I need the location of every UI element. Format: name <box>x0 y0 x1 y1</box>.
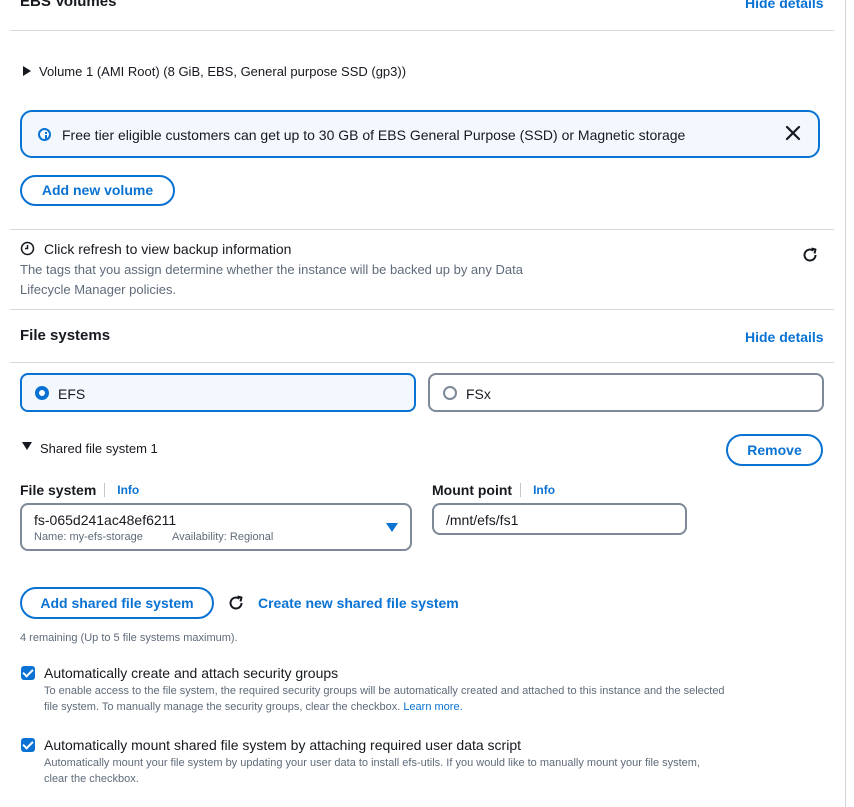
divider <box>10 229 834 230</box>
shared-file-system-title: Shared file system 1 <box>40 440 158 456</box>
file-system-info-link[interactable]: Info <box>117 483 139 497</box>
mount-point-input[interactable]: /mnt/efs/fs1 <box>432 503 687 535</box>
caret-right-icon <box>23 66 31 76</box>
backup-title: Click refresh to view backup information <box>44 241 292 257</box>
separator <box>104 483 106 497</box>
ebs-section-title: EBS Volumes <box>20 0 117 10</box>
efs-radio[interactable] <box>35 386 49 400</box>
clock-icon <box>20 241 35 256</box>
volume-1-expander[interactable]: Volume 1 (AMI Root) (8 GiB, EBS, General… <box>20 62 406 80</box>
efs-label: EFS <box>58 386 86 402</box>
shared-file-system-expander[interactable]: Shared file system 1 <box>20 439 158 457</box>
close-icon[interactable] <box>784 124 802 142</box>
mount-point-label-row: Mount point Info <box>432 482 555 498</box>
file-system-availability: Availability: Regional <box>172 531 274 543</box>
separator <box>520 483 522 497</box>
panel-right-border <box>845 0 846 807</box>
auto-security-groups-label: Automatically create and attach security… <box>44 665 339 681</box>
fsx-option-tile[interactable]: FSx <box>428 373 824 412</box>
remaining-text: 4 remaining (Up to 5 file systems maximu… <box>20 632 238 644</box>
divider <box>10 362 834 363</box>
fsx-radio[interactable] <box>443 386 457 400</box>
auto-security-groups-desc-line-1: To enable access to the file system, the… <box>44 685 725 697</box>
free-tier-alert: Free tier eligible customers can get up … <box>20 110 820 158</box>
file-systems-title: File systems <box>20 327 111 344</box>
alert-text: Free tier eligible customers can get up … <box>62 127 686 143</box>
auto-mount-desc-line-2: clear the checkbox. <box>44 773 139 785</box>
auto-mount-label: Automatically mount shared file system b… <box>44 737 522 753</box>
learn-more-link[interactable]: Learn more. <box>403 701 462 713</box>
mount-point-info-link[interactable]: Info <box>533 483 555 497</box>
auto-security-groups-desc-text: file system. To manually manage the secu… <box>44 701 401 713</box>
add-new-volume-button[interactable]: Add new volume <box>20 175 175 206</box>
file-system-label-row: File system Info <box>20 482 139 498</box>
fsx-label: FSx <box>466 386 491 402</box>
efs-option-tile[interactable]: EFS <box>20 373 416 412</box>
file-system-name: Name: my-efs-storage <box>34 531 143 543</box>
divider <box>10 309 834 310</box>
remove-button[interactable]: Remove <box>726 434 823 466</box>
dropdown-arrow-icon <box>386 523 398 532</box>
mount-point-value: /mnt/efs/fs1 <box>446 512 519 528</box>
auto-mount-desc-line-1: Automatically mount your file system by … <box>44 757 701 769</box>
add-shared-file-system-button[interactable]: Add shared file system <box>20 587 214 619</box>
backup-desc-line-2: Lifecycle Manager policies. <box>20 282 177 297</box>
caret-down-icon <box>22 442 32 450</box>
volume-1-label: Volume 1 (AMI Root) (8 GiB, EBS, General… <box>39 63 407 79</box>
refresh-icon[interactable] <box>801 246 819 264</box>
divider <box>10 30 834 31</box>
file-system-select[interactable]: fs-065d241ac48ef6211 Name: my-efs-storag… <box>20 503 412 551</box>
create-new-shared-file-system-link[interactable]: Create new shared file system <box>258 595 459 611</box>
file-systems-hide-details-link[interactable]: Hide details <box>745 329 824 345</box>
refresh-icon[interactable] <box>227 594 245 612</box>
backup-desc-line-1: The tags that you assign determine wheth… <box>20 262 523 277</box>
file-system-value: fs-065d241ac48ef6211 <box>34 512 177 528</box>
auto-security-groups-desc-line-2: file system. To manually manage the secu… <box>44 699 463 715</box>
file-system-label: File system <box>20 482 97 498</box>
auto-security-groups-checkbox[interactable] <box>21 666 35 680</box>
auto-mount-checkbox[interactable] <box>21 738 35 752</box>
mount-point-label: Mount point <box>432 482 513 498</box>
ebs-hide-details-link[interactable]: Hide details <box>745 0 824 11</box>
info-icon <box>38 128 51 141</box>
